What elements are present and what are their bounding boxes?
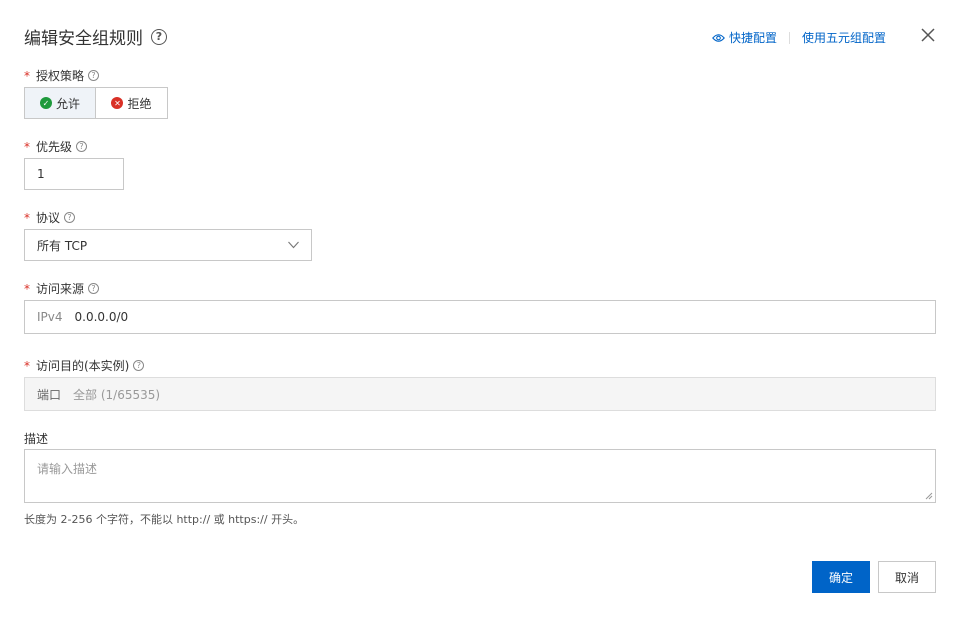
destination-input: 端口 全部 (1/65535) bbox=[24, 377, 936, 411]
destination-label: * 访问目的(本实例) ? bbox=[24, 357, 145, 374]
destination-help-icon[interactable]: ? bbox=[133, 360, 145, 371]
policy-allow-button[interactable]: ✓ 允许 bbox=[24, 87, 96, 119]
required-mark: * bbox=[24, 68, 30, 83]
policy-label-text: 授权策略 bbox=[36, 69, 85, 83]
cancel-button[interactable]: 取消 bbox=[878, 561, 936, 593]
policy-help-icon[interactable]: ? bbox=[88, 70, 100, 81]
policy-label: * 授权策略 ? bbox=[24, 67, 100, 84]
eye-icon bbox=[712, 33, 725, 42]
source-input[interactable]: IPv4 0.0.0.0/0 bbox=[24, 300, 936, 334]
protocol-label: * 协议 ? bbox=[24, 209, 76, 226]
source-label-text: 访问来源 bbox=[36, 282, 85, 296]
description-label-text: 描述 bbox=[24, 432, 49, 446]
description-textarea[interactable]: 请输入描述 bbox=[24, 449, 936, 503]
confirm-button[interactable]: 确定 bbox=[812, 561, 870, 593]
source-value: 0.0.0.0/0 bbox=[74, 310, 129, 324]
edit-security-group-rule-dialog: 编辑安全组规则 ? 快捷配置 使用五元组配置 * 授权策略 ? ✓ 允许 ✕ 拒… bbox=[0, 0, 960, 617]
resize-handle-icon[interactable] bbox=[925, 492, 933, 500]
source-label: * 访问来源 ? bbox=[24, 280, 100, 297]
destination-prefix: 端口 bbox=[37, 387, 62, 402]
source-help-icon[interactable]: ? bbox=[88, 283, 100, 294]
protocol-label-text: 协议 bbox=[36, 211, 61, 225]
policy-segmented-control: ✓ 允许 ✕ 拒绝 bbox=[24, 87, 168, 119]
policy-deny-label: 拒绝 bbox=[127, 96, 152, 111]
protocol-select[interactable]: 所有 TCP bbox=[24, 229, 312, 261]
required-mark: * bbox=[24, 139, 30, 154]
protocol-help-icon[interactable]: ? bbox=[64, 212, 76, 223]
x-circle-icon: ✕ bbox=[111, 97, 124, 109]
five-tuple-config-link[interactable]: 使用五元组配置 bbox=[802, 29, 886, 46]
check-circle-icon: ✓ bbox=[39, 97, 52, 109]
priority-input[interactable]: 1 bbox=[24, 158, 124, 190]
priority-help-icon[interactable]: ? bbox=[76, 141, 88, 152]
destination-label-text: 访问目的(本实例) bbox=[36, 359, 130, 373]
dialog-title-text: 编辑安全组规则 bbox=[24, 29, 143, 49]
quick-config-label: 快捷配置 bbox=[728, 31, 777, 45]
quick-config-link[interactable]: 快捷配置 bbox=[712, 29, 777, 46]
close-icon[interactable] bbox=[920, 27, 936, 43]
protocol-value: 所有 TCP bbox=[37, 238, 88, 253]
policy-allow-label: 允许 bbox=[55, 96, 80, 111]
priority-label-text: 优先级 bbox=[36, 140, 73, 154]
priority-label: * 优先级 ? bbox=[24, 138, 88, 155]
description-label: 描述 bbox=[24, 430, 48, 447]
link-divider bbox=[788, 31, 790, 44]
required-mark: * bbox=[24, 210, 30, 225]
header-links: 快捷配置 使用五元组配置 bbox=[712, 29, 886, 46]
description-placeholder: 请输入描述 bbox=[37, 462, 98, 476]
required-mark: * bbox=[24, 358, 30, 373]
priority-value: 1 bbox=[37, 167, 45, 181]
required-mark: * bbox=[24, 281, 30, 296]
title-help-icon[interactable]: ? bbox=[151, 28, 167, 45]
policy-deny-button[interactable]: ✕ 拒绝 bbox=[96, 87, 168, 119]
description-hint: 长度为 2-256 个字符，不能以 http:// 或 https:// 开头。 bbox=[24, 513, 305, 526]
dialog-title: 编辑安全组规则 ? bbox=[24, 24, 167, 49]
destination-value: 全部 (1/65535) bbox=[73, 387, 161, 402]
chevron-down-icon bbox=[288, 241, 299, 249]
source-prefix: IPv4 bbox=[37, 310, 63, 324]
